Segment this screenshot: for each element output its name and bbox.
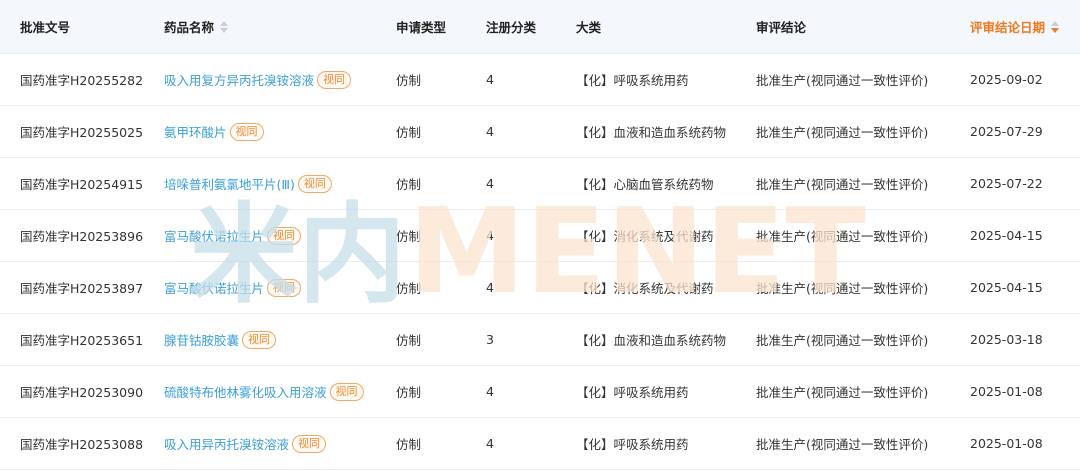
drug-name-cell: 腺苷钴胺胶囊 视同 <box>164 314 277 365</box>
approval-no: 国药准字H20253896 <box>20 229 144 244</box>
drug-name-cell: 富马酸伏诺拉生片 视同 <box>164 210 302 261</box>
approval-no: 国药准字H20255025 <box>20 125 144 140</box>
drug-name-link[interactable]: 培哚普利氨氯地平片(Ⅲ) <box>164 174 295 193</box>
drug-name-cell: 硫酸特布他林雾化吸入用溶液 视同 <box>164 366 364 417</box>
header-reg-class-label: 注册分类 <box>486 20 537 35</box>
conclusion: 批准生产(视同通过一致性评价) <box>756 229 929 244</box>
equivalent-badge: 视同 <box>317 70 352 89</box>
approval-no: 国药准字H20253090 <box>20 385 144 400</box>
conclusion-date: 2025-07-22 <box>970 176 1043 191</box>
header-conclusion-date-label: 评审结论日期 <box>970 20 1046 35</box>
table-header: 批准文号 药品名称 申请类型 注册分类 大类 审评结论 评审结论日期 <box>0 0 1080 54</box>
category: 【化】血液和造血系统药物 <box>576 125 727 140</box>
header-conclusion-label: 审评结论 <box>756 20 807 35</box>
reg-class: 4 <box>486 72 494 87</box>
drug-name-cell: 氨甲环酸片 视同 <box>164 106 264 157</box>
conclusion: 批准生产(视同通过一致性评价) <box>756 281 929 296</box>
header-drug-name-label: 药品名称 <box>164 20 215 35</box>
drug-approval-table: 批准文号 药品名称 申请类型 注册分类 大类 审评结论 评审结论日期 国药准字H… <box>0 0 1080 470</box>
equivalent-badge: 视同 <box>229 122 264 141</box>
equivalent-badge: 视同 <box>292 434 327 453</box>
reg-class: 4 <box>486 384 494 399</box>
drug-name-cell: 培哚普利氨氯地平片(Ⅲ) 视同 <box>164 158 332 209</box>
approval-no: 国药准字H20253088 <box>20 437 144 452</box>
table-row: 国药准字H20255025 氨甲环酸片 视同 仿制 4 【化】血液和造血系统药物… <box>0 106 1080 158</box>
equivalent-badge: 视同 <box>267 226 302 245</box>
table-row: 国药准字H20253090 硫酸特布他林雾化吸入用溶液 视同 仿制 4 【化】呼… <box>0 366 1080 418</box>
conclusion: 批准生产(视同通过一致性评价) <box>756 125 929 140</box>
sort-desc-icon[interactable] <box>1051 20 1060 33</box>
table-row: 国药准字H20253088 吸入用异丙托溴铵溶液 视同 仿制 4 【化】呼吸系统… <box>0 418 1080 470</box>
category: 【化】呼吸系统用药 <box>576 73 689 88</box>
category: 【化】心脑血管系统药物 <box>576 177 714 192</box>
category: 【化】消化系统及代谢药 <box>576 229 714 244</box>
category: 【化】呼吸系统用药 <box>576 385 689 400</box>
category: 【化】呼吸系统用药 <box>576 437 689 452</box>
table-row: 国药准字H20253897 富马酸伏诺拉生片 视同 仿制 4 【化】消化系统及代… <box>0 262 1080 314</box>
category: 【化】消化系统及代谢药 <box>576 281 714 296</box>
equivalent-badge: 视同 <box>297 174 332 193</box>
drug-name-link[interactable]: 氨甲环酸片 <box>164 122 227 141</box>
drug-name-cell: 吸入用异丙托溴铵溶液 视同 <box>164 418 327 469</box>
conclusion: 批准生产(视同通过一致性评价) <box>756 177 929 192</box>
conclusion: 批准生产(视同通过一致性评价) <box>756 333 929 348</box>
reg-class: 4 <box>486 124 494 139</box>
conclusion: 批准生产(视同通过一致性评价) <box>756 385 929 400</box>
apply-type: 仿制 <box>396 281 422 296</box>
drug-name-link[interactable]: 吸入用复方异丙托溴铵溶液 <box>164 70 314 89</box>
apply-type: 仿制 <box>396 229 422 244</box>
drug-name-link[interactable]: 腺苷钴胺胶囊 <box>164 330 239 349</box>
header-conclusion: 审评结论 <box>756 0 806 53</box>
sort-icon[interactable] <box>220 20 229 33</box>
reg-class: 3 <box>486 332 494 347</box>
approval-no: 国药准字H20253897 <box>20 281 144 296</box>
apply-type: 仿制 <box>396 177 422 192</box>
drug-name-cell: 富马酸伏诺拉生片 视同 <box>164 262 302 313</box>
drug-name-link[interactable]: 富马酸伏诺拉生片 <box>164 278 264 297</box>
approval-no: 国药准字H20254915 <box>20 177 144 192</box>
header-category: 大类 <box>576 0 601 53</box>
conclusion-date: 2025-09-02 <box>970 72 1043 87</box>
conclusion: 批准生产(视同通过一致性评价) <box>756 437 929 452</box>
approval-no: 国药准字H20253651 <box>20 333 144 348</box>
header-approval-no: 批准文号 <box>20 0 70 53</box>
category: 【化】血液和造血系统药物 <box>576 333 727 348</box>
conclusion-date: 2025-03-18 <box>970 332 1043 347</box>
conclusion-date: 2025-01-08 <box>970 384 1043 399</box>
reg-class: 4 <box>486 176 494 191</box>
apply-type: 仿制 <box>396 437 422 452</box>
apply-type: 仿制 <box>396 125 422 140</box>
conclusion: 批准生产(视同通过一致性评价) <box>756 73 929 88</box>
reg-class: 4 <box>486 280 494 295</box>
drug-name-link[interactable]: 富马酸伏诺拉生片 <box>164 226 264 245</box>
reg-class: 4 <box>486 436 494 451</box>
conclusion-date: 2025-04-15 <box>970 280 1043 295</box>
table-row: 国药准字H20254915 培哚普利氨氯地平片(Ⅲ) 视同 仿制 4 【化】心脑… <box>0 158 1080 210</box>
conclusion-date: 2025-01-08 <box>970 436 1043 451</box>
approval-no: 国药准字H20255282 <box>20 73 144 88</box>
equivalent-badge: 视同 <box>267 278 302 297</box>
header-apply-type: 申请类型 <box>396 0 446 53</box>
header-category-label: 大类 <box>576 20 602 35</box>
table-row: 国药准字H20253896 富马酸伏诺拉生片 视同 仿制 4 【化】消化系统及代… <box>0 210 1080 262</box>
conclusion-date: 2025-07-29 <box>970 124 1043 139</box>
header-reg-class: 注册分类 <box>486 0 536 53</box>
header-drug-name[interactable]: 药品名称 <box>164 0 229 53</box>
header-approval-no-label: 批准文号 <box>20 20 71 35</box>
conclusion-date: 2025-04-15 <box>970 228 1043 243</box>
table-row: 国药准字H20253651 腺苷钴胺胶囊 视同 仿制 3 【化】血液和造血系统药… <box>0 314 1080 366</box>
reg-class: 4 <box>486 228 494 243</box>
equivalent-badge: 视同 <box>329 382 364 401</box>
header-apply-type-label: 申请类型 <box>396 20 447 35</box>
apply-type: 仿制 <box>396 73 422 88</box>
apply-type: 仿制 <box>396 333 422 348</box>
equivalent-badge: 视同 <box>242 330 277 349</box>
drug-name-link[interactable]: 硫酸特布他林雾化吸入用溶液 <box>164 382 327 401</box>
table-row: 国药准字H20255282 吸入用复方异丙托溴铵溶液 视同 仿制 4 【化】呼吸… <box>0 54 1080 106</box>
drug-name-link[interactable]: 吸入用异丙托溴铵溶液 <box>164 434 289 453</box>
drug-name-cell: 吸入用复方异丙托溴铵溶液 视同 <box>164 54 352 105</box>
header-conclusion-date[interactable]: 评审结论日期 <box>970 0 1060 53</box>
apply-type: 仿制 <box>396 385 422 400</box>
